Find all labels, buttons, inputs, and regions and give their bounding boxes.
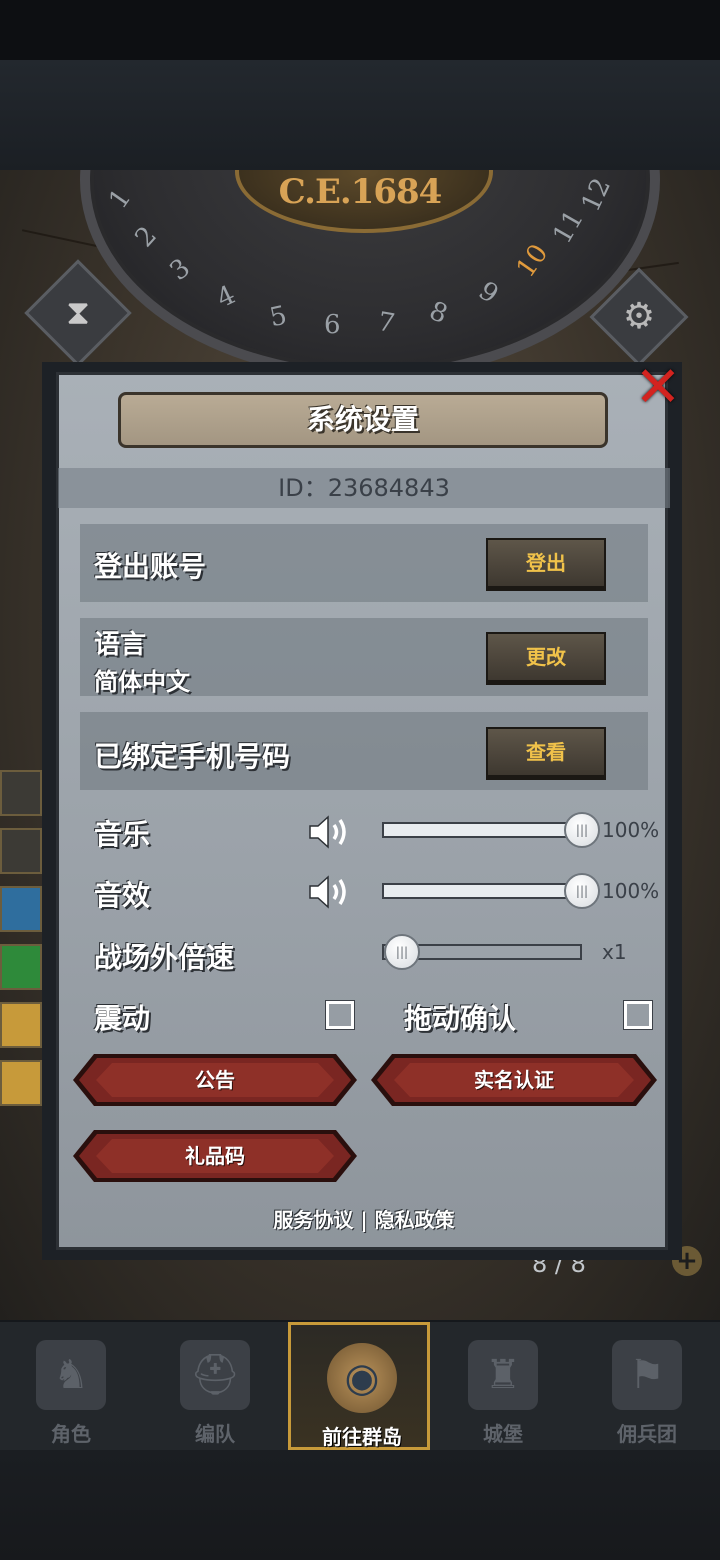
player-id: ID：23684843 bbox=[278, 474, 450, 502]
sfx-label: 音效 bbox=[94, 879, 151, 912]
speed-label: 战场外倍速 bbox=[94, 941, 235, 974]
vibration-checkbox[interactable] bbox=[326, 1001, 354, 1029]
map-scroll-icon[interactable] bbox=[0, 828, 42, 874]
nav-label-mercenary: 佣兵团 bbox=[617, 1422, 677, 1446]
bottom-dark-band bbox=[0, 1450, 720, 1560]
knight-icon: ♞ bbox=[36, 1340, 106, 1410]
nav-item-castle[interactable]: ♜ 城堡 bbox=[432, 1322, 574, 1450]
nav-label-formation: 编队 bbox=[195, 1422, 235, 1446]
gift-code-button[interactable]: 礼品码 bbox=[72, 1129, 358, 1183]
vibration-label: 震动 bbox=[94, 1002, 151, 1035]
drag-confirm-label: 拖动确认 bbox=[404, 1002, 517, 1035]
nav-item-islands[interactable]: ◉ 前往群岛 bbox=[288, 1322, 430, 1450]
mercenary-icon: ⚑ bbox=[612, 1340, 682, 1410]
notice-button[interactable]: 公告 bbox=[72, 1053, 358, 1107]
real-name-button-label: 实名认证 bbox=[474, 1068, 554, 1092]
view-phone-button[interactable]: 查看 bbox=[486, 727, 606, 777]
logout-label: 登出账号 bbox=[94, 550, 207, 583]
nav-label-islands: 前往群岛 bbox=[322, 1425, 402, 1449]
battle-icon[interactable] bbox=[0, 944, 42, 990]
globe-icon: ◉ bbox=[327, 1343, 397, 1413]
music-percent: 100% bbox=[602, 818, 660, 842]
notice-button-label: 公告 bbox=[195, 1068, 235, 1092]
check-badge-icon[interactable] bbox=[0, 1002, 42, 1048]
nav-item-character[interactable]: ♞ 角色 bbox=[0, 1322, 142, 1450]
service-agreement-link[interactable]: 服务协议 bbox=[273, 1208, 353, 1232]
music-slider-track[interactable] bbox=[382, 822, 582, 838]
privacy-policy-link[interactable]: 隐私政策 bbox=[375, 1208, 455, 1232]
real-name-button[interactable]: 实名认证 bbox=[370, 1053, 658, 1107]
music-label: 音乐 bbox=[94, 818, 151, 851]
speed-slider-thumb[interactable]: ||| bbox=[384, 934, 420, 970]
language-label: 语言 bbox=[94, 630, 147, 660]
sfx-slider-thumb[interactable]: ||| bbox=[564, 873, 600, 909]
search-icon[interactable] bbox=[0, 1060, 42, 1106]
music-slider-thumb[interactable]: ||| bbox=[564, 812, 600, 848]
nav-label-castle: 城堡 bbox=[483, 1422, 523, 1446]
sfx-speaker-icon[interactable] bbox=[306, 872, 356, 912]
gift-code-button-label: 礼品码 bbox=[185, 1144, 245, 1168]
crossed-swords-icon[interactable] bbox=[0, 886, 42, 932]
logout-button[interactable]: 登出 bbox=[486, 538, 606, 588]
scroll-icon[interactable] bbox=[0, 770, 42, 816]
language-value: 简体中文 bbox=[94, 668, 190, 696]
left-sidebar bbox=[0, 770, 42, 1118]
music-speaker-icon[interactable] bbox=[306, 812, 356, 852]
phone-label: 已绑定手机号码 bbox=[94, 740, 291, 773]
speed-value: x1 bbox=[602, 940, 627, 964]
nav-item-formation[interactable]: ⛑ 编队 bbox=[144, 1322, 286, 1450]
helmet-icon: ⛑ bbox=[180, 1340, 250, 1410]
top-black-band bbox=[0, 0, 720, 60]
sfx-slider-track[interactable] bbox=[382, 883, 582, 899]
footer-links: 服务协议 | 隐私政策 bbox=[58, 1204, 670, 1233]
dialog-title: 系统设置 bbox=[306, 403, 419, 436]
close-icon[interactable]: ✕ bbox=[632, 360, 684, 416]
drag-confirm-checkbox[interactable] bbox=[624, 1001, 652, 1029]
top-dark-band bbox=[0, 60, 720, 170]
dial-number-6: 6 bbox=[324, 310, 341, 340]
castle-icon: ♜ bbox=[468, 1340, 538, 1410]
gear-icon: ⚙ bbox=[622, 296, 656, 337]
nav-label-character: 角色 bbox=[51, 1422, 91, 1446]
change-language-button[interactable]: 更改 bbox=[486, 632, 606, 682]
hourglass-icon: ⧗ bbox=[66, 293, 90, 333]
nav-item-mercenary[interactable]: ⚑ 佣兵团 bbox=[576, 1322, 718, 1450]
sfx-percent: 100% bbox=[602, 879, 660, 903]
footer-separator: | bbox=[360, 1208, 368, 1232]
